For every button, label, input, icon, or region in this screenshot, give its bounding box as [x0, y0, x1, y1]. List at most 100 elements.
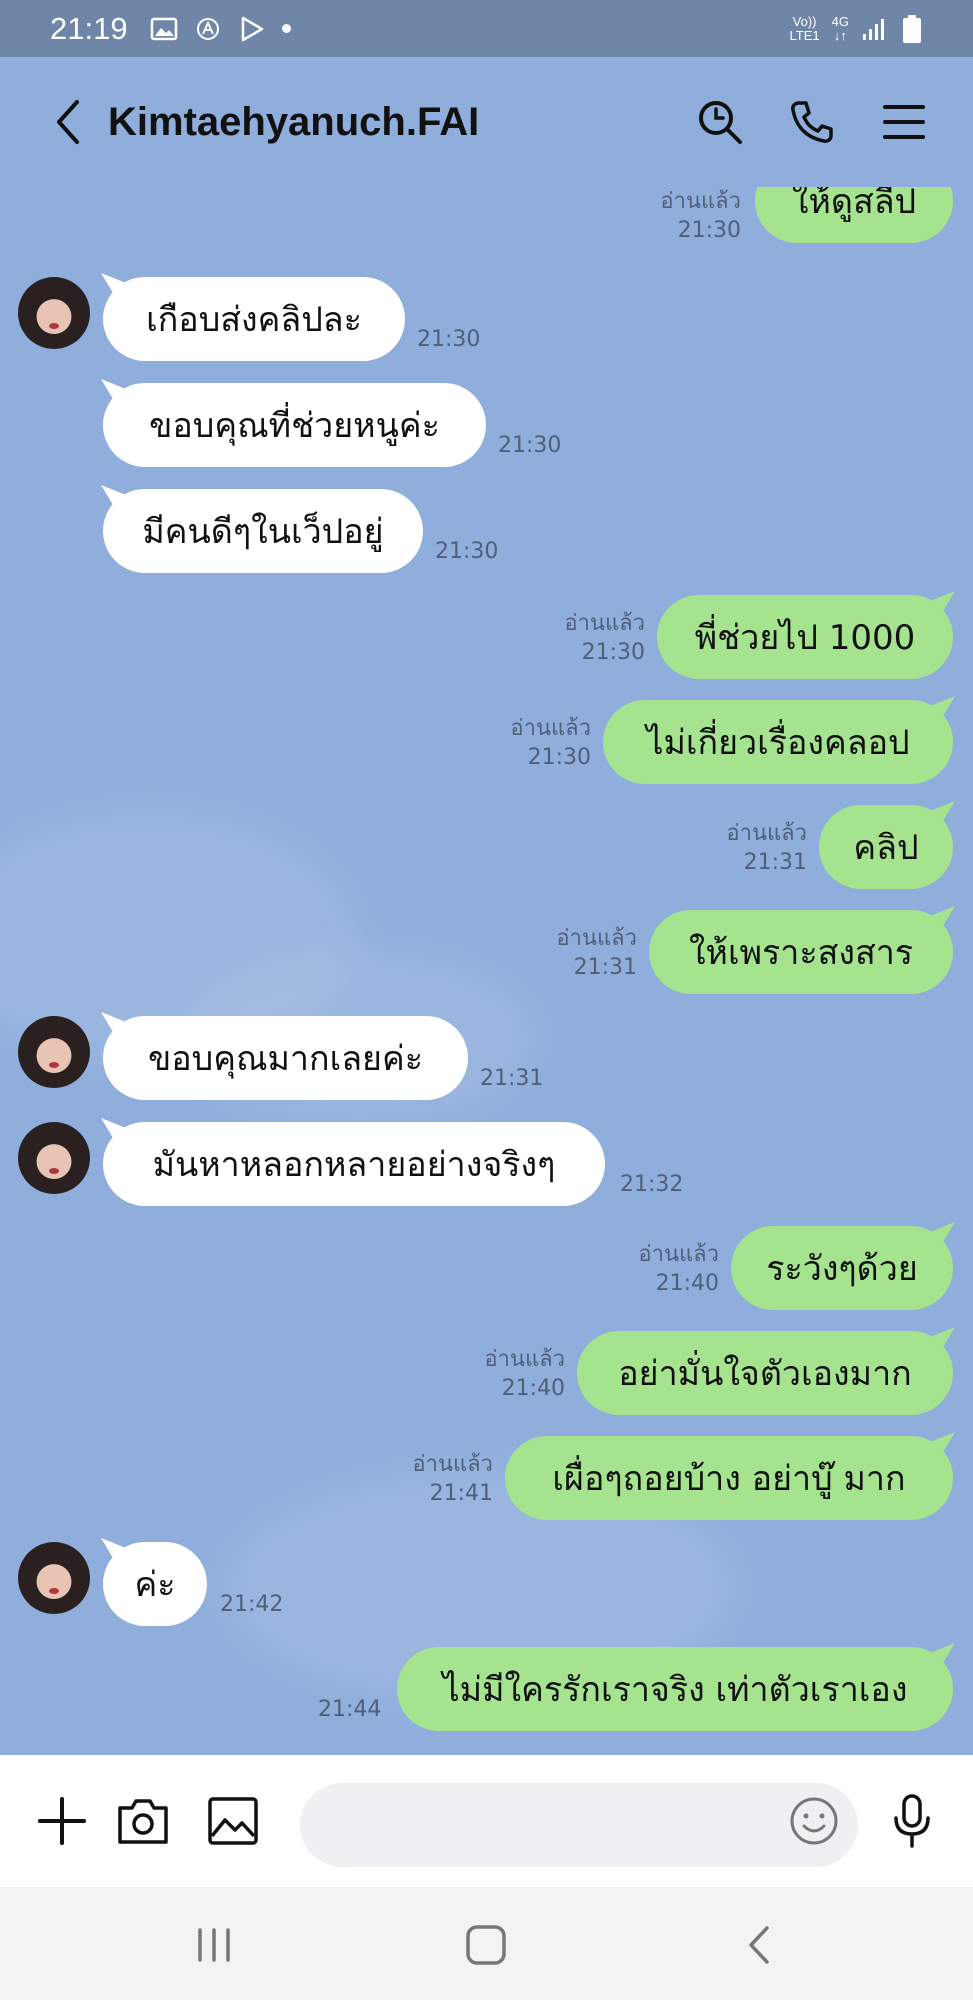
outgoing-bubble[interactable]: คลิป: [819, 805, 953, 889]
add-button[interactable]: [34, 1793, 90, 1849]
message-time: 21:30: [417, 327, 481, 352]
data-arrows-icon: ↓↑: [833, 27, 847, 43]
message-text: เผื่อๆถอยบ้าง อย่าบู๊ มาก: [552, 1459, 906, 1499]
message-text: ขอบคุณที่ช่วยหนูค่ะ: [149, 406, 440, 446]
message-text: เกือบส่งคลิปละ: [146, 300, 362, 340]
battery-icon: [903, 14, 921, 43]
message-text: ไม่เกี่ยวเรื่องคลอป: [646, 723, 910, 763]
search-button[interactable]: [693, 95, 747, 149]
read-receipt: อ่านแล้ว: [412, 1452, 493, 1477]
signal-icon: [863, 18, 884, 40]
compose-bar: [0, 1755, 973, 1887]
gallery-notification-icon: [150, 17, 177, 40]
message-time: 21:32: [620, 1172, 684, 1197]
incoming-bubble[interactable]: ขอบคุณมากเลยค่ะ: [103, 1016, 468, 1100]
contact-avatar[interactable]: [18, 277, 90, 349]
message-text: อย่ามั่นใจตัวเองมาก: [618, 1354, 912, 1394]
system-back-button[interactable]: [730, 1917, 790, 1973]
read-receipt: อ่านแล้ว: [564, 611, 645, 636]
menu-button[interactable]: [877, 95, 931, 149]
read-receipt: อ่านแล้ว: [660, 189, 741, 214]
camera-icon: [118, 1799, 168, 1844]
message-time: 21:31: [743, 850, 807, 875]
message-time: 21:44: [318, 1697, 382, 1722]
message-time: 21:30: [498, 433, 562, 458]
message-time: 21:40: [655, 1271, 719, 1296]
message-time: 21:30: [581, 640, 645, 665]
incoming-bubble[interactable]: มันหาหลอกหลายอย่างจริงๆ: [103, 1122, 605, 1206]
contact-avatar[interactable]: [18, 1542, 90, 1614]
incoming-bubble[interactable]: เกือบส่งคลิปละ: [103, 277, 405, 361]
message-text: ขอบคุณมากเลยค่ะ: [147, 1039, 423, 1079]
volte-indicator: Vo)) LTE1: [789, 13, 820, 43]
message-meta: อ่านแล้ว 21:31: [477, 924, 637, 982]
translate-notification-icon: [196, 17, 219, 40]
header-actions: [693, 95, 931, 149]
outgoing-bubble[interactable]: ไม่มีใครรักเราจริง เท่าตัวเราเอง: [397, 1647, 953, 1731]
outgoing-bubble[interactable]: เผื่อๆถอยบ้าง อย่าบู๊ มาก: [505, 1436, 953, 1520]
outgoing-bubble[interactable]: อย่ามั่นใจตัวเองมาก: [577, 1331, 953, 1415]
message-meta: อ่านแล้ว 21:31: [647, 819, 807, 877]
message-text: มีคนดีๆในเว็ปอยู่: [142, 512, 384, 552]
message-time: 21:30: [435, 539, 499, 564]
read-receipt: อ่านแล้ว: [484, 1347, 565, 1372]
message-time: 21:30: [677, 218, 741, 243]
status-time: 21:19: [50, 10, 128, 46]
message-text: ค่ะ: [134, 1565, 176, 1605]
emoji-button[interactable]: [786, 1793, 842, 1849]
home-button[interactable]: [456, 1917, 516, 1973]
outgoing-bubble[interactable]: ระวังๆด้วย: [731, 1226, 953, 1310]
outgoing-bubble[interactable]: ให้เพราะสงสาร: [649, 910, 953, 994]
message-text: คลิป: [853, 828, 919, 868]
voice-button[interactable]: [884, 1793, 940, 1849]
read-receipt: อ่านแล้ว: [638, 1242, 719, 1267]
gallery-button[interactable]: [205, 1793, 261, 1849]
camera-button[interactable]: [115, 1793, 171, 1849]
read-receipt: อ่านแล้ว: [556, 926, 637, 951]
incoming-bubble[interactable]: ค่ะ: [103, 1542, 207, 1626]
outgoing-bubble[interactable]: ไม่เกี่ยวเรื่องคลอป: [603, 700, 953, 784]
incoming-bubble[interactable]: มีคนดีๆในเว็ปอยู่: [103, 489, 423, 573]
message-time: 21:42: [220, 1592, 284, 1617]
incoming-bubble[interactable]: ขอบคุณที่ช่วยหนูค่ะ: [103, 383, 486, 467]
message-time: 21:41: [429, 1481, 493, 1506]
back-button[interactable]: [38, 92, 98, 152]
outgoing-bubble[interactable]: ให้ดูสลีป: [755, 187, 953, 243]
back-arrow-icon: [749, 1926, 769, 1964]
message-text: ให้ดูสลีป: [791, 187, 917, 222]
message-meta: อ่านแล้ว 21:40: [405, 1345, 565, 1403]
network-type: 4G ↓↑: [831, 13, 849, 43]
message-meta: อ่านแล้ว 21:30: [581, 187, 741, 245]
menu-icon: [883, 105, 925, 139]
message-input[interactable]: [300, 1783, 858, 1867]
contact-avatar[interactable]: [18, 1122, 90, 1194]
message-list[interactable]: อ่านแล้ว 21:30 ให้ดูสลีป เกือบส่งคลิปละ …: [0, 187, 973, 1755]
message-text: มันหาหลอกหลายอย่างจริงๆ: [152, 1145, 556, 1185]
notification-icons: [150, 16, 291, 42]
contact-avatar[interactable]: [18, 1016, 90, 1088]
message-time: 21:40: [501, 1376, 565, 1401]
home-icon: [466, 1925, 506, 1965]
plus-icon: [38, 1797, 86, 1845]
recent-apps-button[interactable]: [184, 1917, 244, 1973]
call-button[interactable]: [785, 95, 839, 149]
recent-apps-icon: [198, 1928, 230, 1962]
message-text: ระวังๆด้วย: [766, 1249, 918, 1289]
outgoing-bubble[interactable]: พี่ช่วยไป 1000: [657, 595, 953, 679]
message-time: 21:31: [480, 1066, 544, 1091]
message-meta: อ่านแล้ว 21:30: [485, 609, 645, 667]
message-time: 21:31: [573, 955, 637, 980]
phone-icon: [791, 101, 833, 143]
read-receipt: อ่านแล้ว: [726, 821, 807, 846]
status-bar: 21:19 Vo)) LTE1 4G ↓↑: [0, 0, 973, 57]
message-text: ไม่มีใครรักเราจริง เท่าตัวเราเอง: [442, 1670, 908, 1710]
system-nav-bar: [0, 1887, 973, 2000]
image-icon: [208, 1797, 258, 1845]
chat-title: Kimtaehyanuch.FAI: [108, 99, 480, 144]
more-notifications-icon: [281, 24, 291, 33]
microphone-icon: [894, 1794, 930, 1848]
status-right: Vo)) LTE1 4G ↓↑: [790, 14, 923, 44]
message-time: 21:30: [527, 745, 591, 770]
message-text: ให้เพราะสงสาร: [688, 933, 914, 973]
message-meta: อ่านแล้ว 21:41: [333, 1450, 493, 1508]
